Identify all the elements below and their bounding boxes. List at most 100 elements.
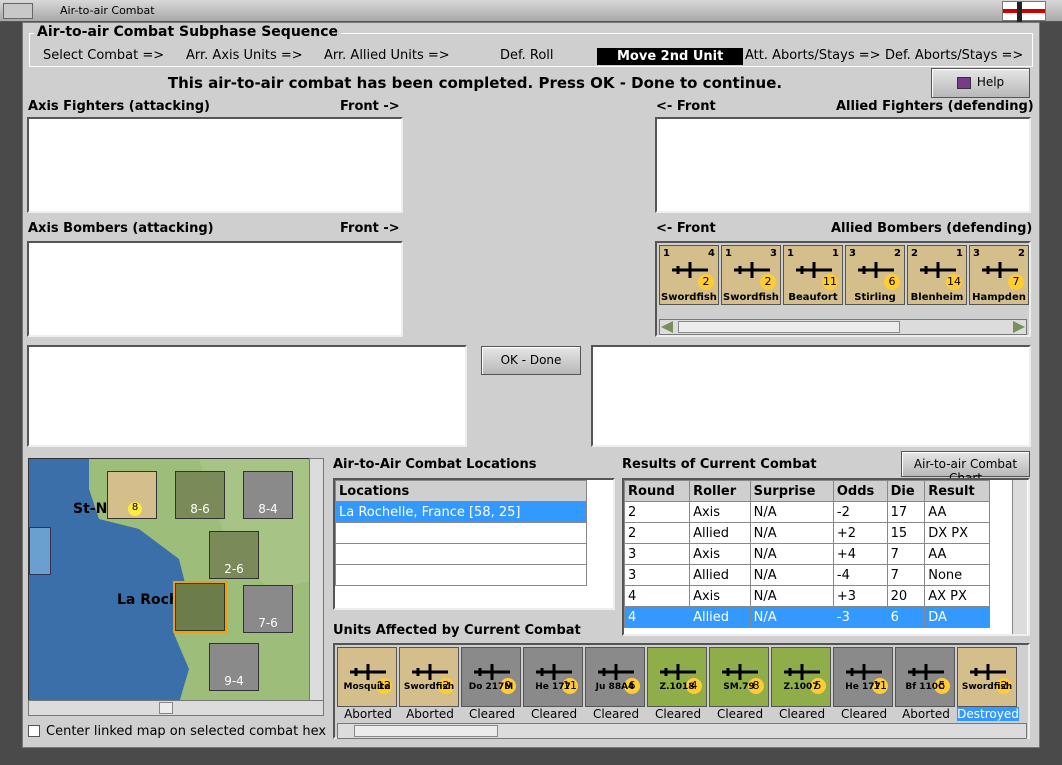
results-row[interactable]: 4 Allied N/A -3 6 DA (623, 606, 990, 628)
title-bar: Air-to-air Combat (0, 0, 1062, 22)
results-cell: +4 (832, 543, 888, 565)
results-cell: N/A (749, 543, 834, 565)
results-cell: 3 (623, 543, 691, 565)
counter-dot: 2 (698, 274, 714, 290)
scroll-thumb[interactable] (678, 321, 900, 333)
allied-bomber-counter[interactable]: 3 2 7 Hampden (969, 245, 1029, 305)
locations-list[interactable]: Locations La Rochelle, France [58, 25] (333, 478, 615, 610)
location-row[interactable]: La Rochelle, France [58, 25] (335, 501, 587, 523)
affected-unit-counter[interactable]: 2 Swordfish (957, 647, 1017, 707)
counter-name: Swordfish (403, 682, 455, 692)
map-corps-counter[interactable]: 8-4 (243, 471, 293, 519)
counter-name: He 177 (535, 682, 571, 692)
map-air-unit[interactable]: 8 (107, 471, 157, 519)
results-cell: +2 (832, 522, 888, 544)
counter-name: Ju 88A4 (595, 682, 635, 692)
affected-unit-counter[interactable]: 2 Swordfish (399, 647, 459, 707)
affected-unit-status: Cleared (468, 707, 516, 721)
results-row[interactable]: 4 Axis N/A +3 20 AX PX (623, 585, 990, 607)
results-row[interactable]: 3 Axis N/A +4 7 AA (623, 543, 990, 565)
counter-name: Hampden (972, 292, 1026, 303)
allied-bomber-counter[interactable]: 3 2 6 Stirling (845, 245, 905, 305)
results-cell: Axis (689, 501, 751, 523)
counter-value: 2 (911, 248, 918, 259)
seq-step-select-combat: Select Combat => (43, 48, 165, 63)
scroll-right-arrow-icon[interactable] (1013, 321, 1025, 333)
map-hscroll-thumb[interactable] (159, 702, 173, 714)
axis-fighters-front: Front -> (340, 99, 400, 114)
affected-unit-counter[interactable]: 6 Ju 88A4 (585, 647, 645, 707)
map-hscrollbar[interactable] (28, 700, 324, 716)
results-title: Results of Current Combat (622, 457, 817, 472)
map-corps-counter[interactable]: 7-6 (243, 585, 293, 633)
results-cell: 4 (623, 606, 691, 628)
window-frame-right (1040, 22, 1062, 765)
results-cell: Axis (689, 585, 751, 607)
counter-name: Do 217M (468, 682, 514, 692)
linked-map[interactable]: St-N La Roch 8 8-6 8-4 2-6 7-6 9-4 (28, 458, 324, 702)
counter-name: SM.79 (723, 682, 755, 692)
center-map-checkbox[interactable] (28, 725, 40, 737)
affected-unit-counter[interactable]: 9 Do 217M (461, 647, 521, 707)
affected-unit-status: Destroyed (957, 707, 1019, 721)
affected-units-box: 12 Mosquito Aborted 2 Swordfish Aborted 9 Do 21… (333, 643, 1030, 739)
results-cell: 3 (623, 564, 691, 586)
affected-unit-counter[interactable]: 4 Z.1018 (647, 647, 707, 707)
results-cell: DA (924, 606, 990, 628)
affected-unit-counter[interactable]: 8 SM.79 (709, 647, 769, 707)
allied-bomber-counter[interactable]: 1 3 2 Swordfish (721, 245, 781, 305)
affected-unit-counter[interactable]: 5 Z.1007 (771, 647, 831, 707)
scroll-left-arrow-icon[interactable] (661, 321, 673, 333)
axis-fighters-box[interactable] (27, 117, 403, 213)
seq-step-arr-axis: Arr. Axis Units => (186, 48, 303, 63)
results-header-odds: Odds (832, 480, 888, 502)
affected-scroll-thumb[interactable] (354, 725, 498, 737)
results-row[interactable]: 3 Allied N/A -4 7 None (623, 564, 990, 586)
allied-bomber-counter[interactable]: 1 1 11 Beaufort (783, 245, 843, 305)
map-corps-counter[interactable]: 8-6 (175, 471, 225, 519)
counter-name: Z.1007 (783, 682, 819, 692)
affected-scrollbar[interactable] (337, 723, 1027, 739)
affected-unit-counter[interactable]: 5 Bf 110C (895, 647, 955, 707)
counter-name: Beaufort (788, 292, 838, 303)
results-vscrollbar[interactable] (1012, 480, 1027, 634)
ok-done-button[interactable]: OK - Done (481, 346, 581, 375)
results-row[interactable]: 2 Axis N/A -2 17 AA (623, 501, 990, 523)
results-row[interactable]: 2 Allied N/A +2 15 DX PX (623, 522, 990, 544)
allied-bombers-scrollbar[interactable] (659, 319, 1027, 335)
results-cell: Allied (689, 606, 751, 628)
affected-unit-counter[interactable]: 12 Mosquito (337, 647, 397, 707)
counter-dot: 7 (1008, 274, 1024, 290)
counter-value: 3 (770, 248, 777, 259)
results-header-die: Die (886, 480, 926, 502)
results-cell: AX PX (924, 585, 990, 607)
allied-fighters-box[interactable] (655, 117, 1031, 213)
results-cell: N/A (749, 585, 834, 607)
map-selected-air-unit[interactable] (173, 581, 227, 633)
allied-bombers-box[interactable]: 1 4 2 Swordfish 1 3 2 Swordfish 1 1 11 Beaufort 3 2 6 S… (655, 241, 1031, 337)
allied-bomber-counter[interactable]: 1 4 2 Swordfish (659, 245, 719, 305)
allied-bomber-counter[interactable]: 2 1 14 Blenheim (907, 245, 967, 305)
locations-header: Locations (335, 480, 587, 502)
affected-unit-counter[interactable]: 11 He 177 (523, 647, 583, 707)
combat-chart-button[interactable]: Air-to-air Combat Chart (901, 451, 1030, 485)
affected-unit-counter[interactable]: 11 He 177 (833, 647, 893, 707)
counter-name: Swordfish (723, 292, 779, 303)
system-menu-button[interactable] (3, 3, 33, 19)
results-cell: N/A (749, 606, 834, 628)
seq-step-def-aborts: Def. Aborts/Stays => (885, 48, 1024, 63)
allied-bombers-front: <- Front (656, 221, 716, 236)
affected-unit-status: Cleared (592, 707, 640, 721)
map-corps-counter[interactable]: 9-4 (209, 643, 259, 691)
map-vscrollbar[interactable] (309, 458, 324, 702)
center-map-label: Center linked map on selected combat hex (46, 724, 327, 739)
counter-name: He 177 (845, 682, 881, 692)
axis-bombers-box[interactable] (27, 241, 403, 337)
axis-info-box (27, 345, 467, 447)
help-label: Help (976, 75, 1005, 89)
map-edge-counter (29, 527, 51, 575)
map-div-counter[interactable]: 2-6 (209, 531, 259, 579)
locations-title: Air-to-Air Combat Locations (333, 457, 537, 472)
help-button[interactable]: Help (931, 68, 1030, 98)
counter-value: 1 (832, 248, 839, 259)
